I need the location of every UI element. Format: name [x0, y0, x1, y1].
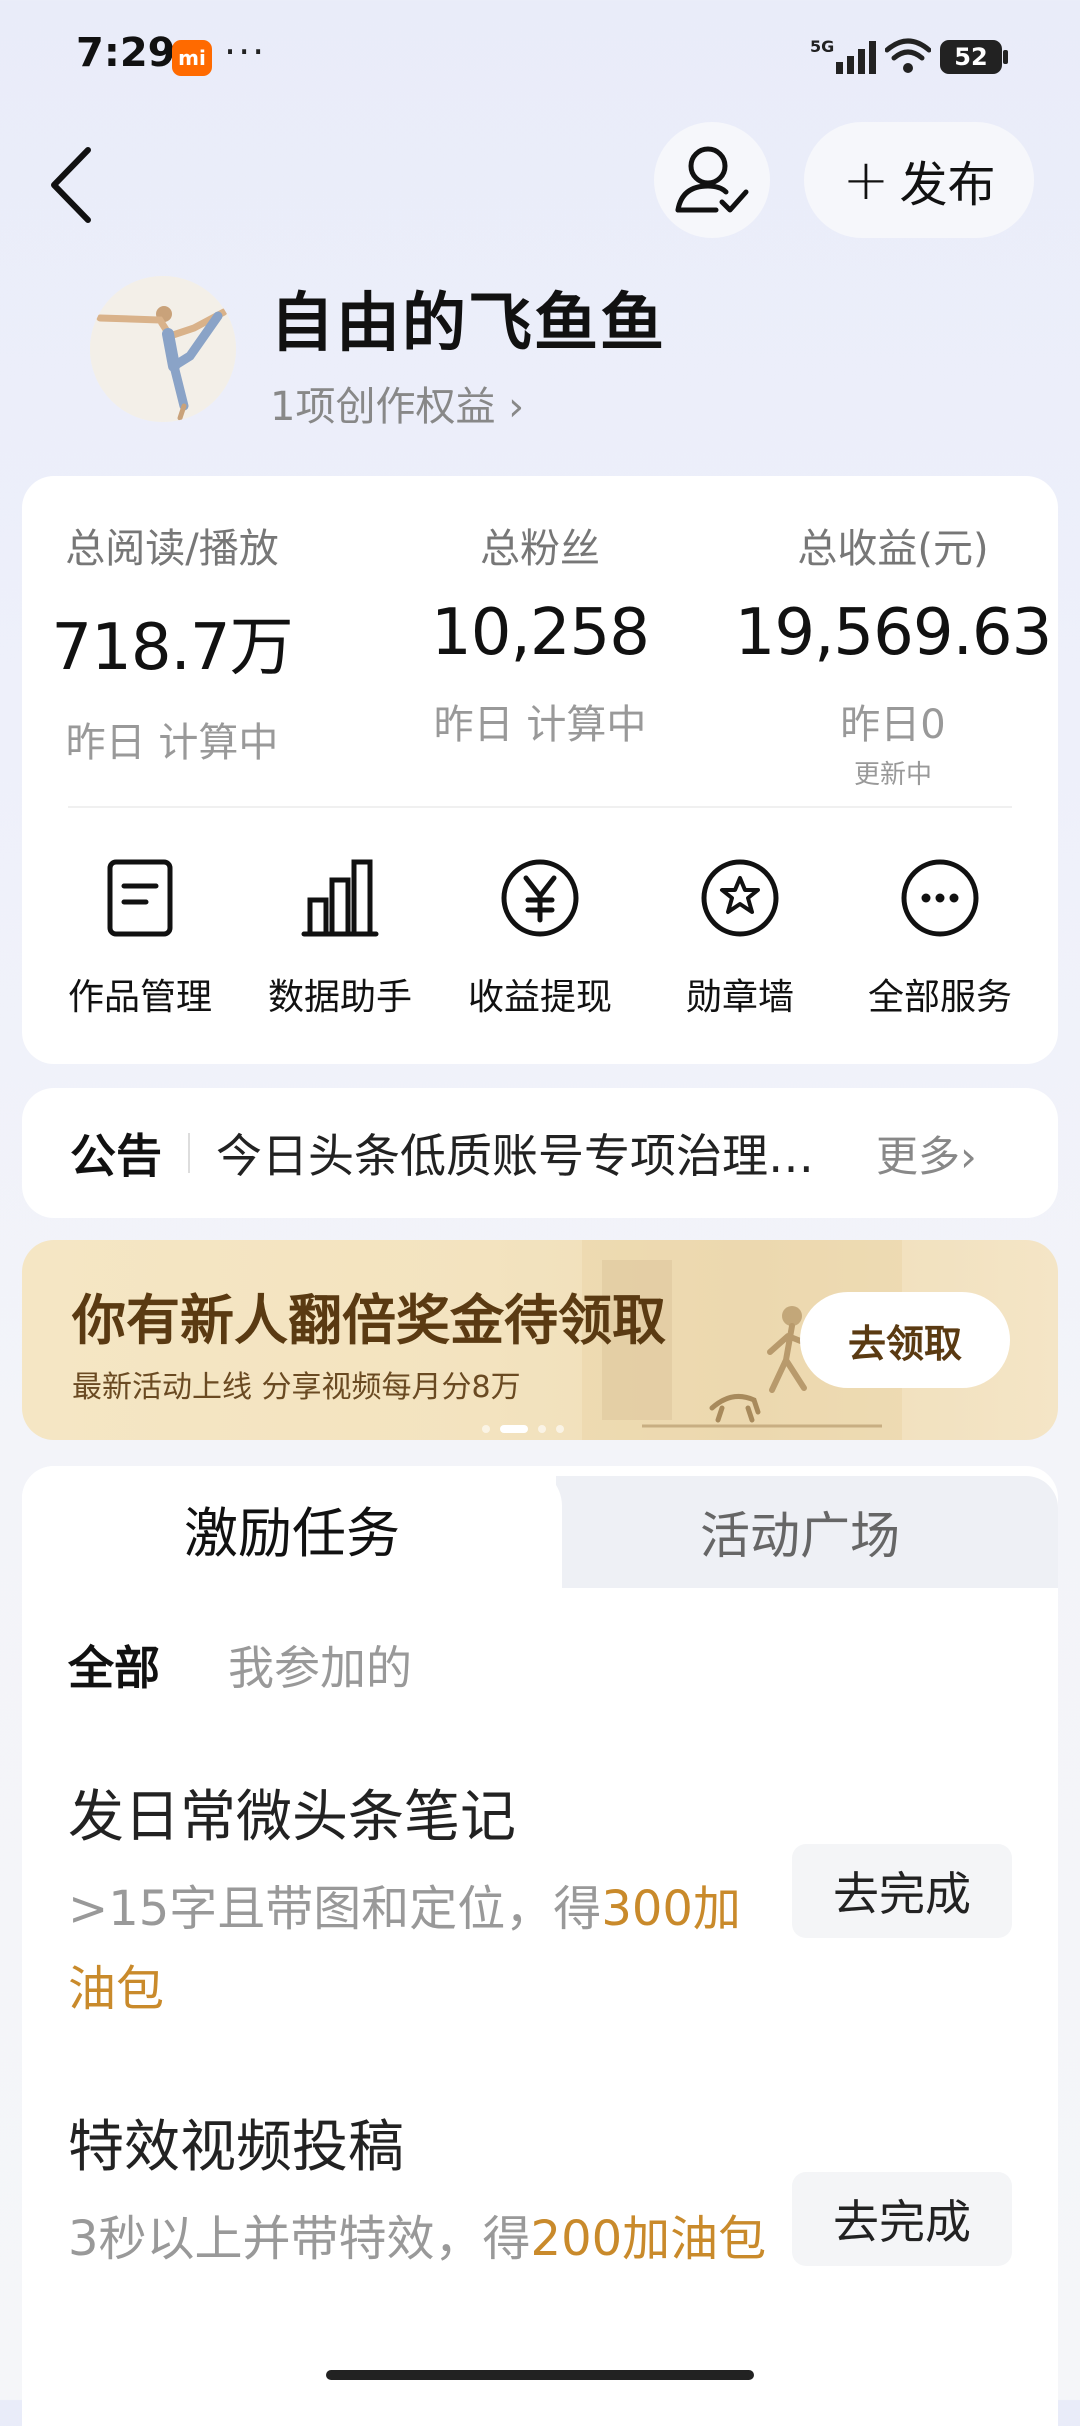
service-data-assistant[interactable]: 数据助手 [240, 856, 440, 1020]
stat-value: 19,569.63 [734, 596, 1053, 670]
wifi-icon [885, 38, 931, 73]
stat-total-reads[interactable]: 总阅读/播放 718.7万 昨日 计算中 [22, 516, 322, 768]
back-button[interactable] [40, 140, 110, 230]
notice-text[interactable]: 今日头条低质账号专项治理公告 [216, 1120, 836, 1186]
username: 自由的飞鱼鱼 [270, 287, 666, 361]
service-label: 作品管理 [67, 977, 212, 1018]
filter-all[interactable]: 全部 [68, 1632, 160, 1698]
service-label: 全部服务 [867, 977, 1012, 1018]
banner-subtitle: 最新活动上线 分享视频每月分8万 [72, 1370, 521, 1405]
claim-reward-button[interactable]: 去领取 [800, 1292, 1010, 1388]
more-icon [901, 859, 979, 937]
stat-updating: 更新中 [853, 760, 932, 790]
complete-task-button[interactable]: 去完成 [792, 2172, 1012, 2266]
notice-separator [188, 1133, 190, 1173]
stat-value: 718.7万 [51, 611, 293, 685]
service-all-services[interactable]: 全部服务 [840, 856, 1040, 1020]
medal-star-icon [701, 859, 779, 937]
bar-chart-icon [301, 859, 379, 937]
carousel-dot [556, 1425, 564, 1433]
battery-icon: 52 [940, 40, 1002, 74]
yoga-avatar-image [90, 276, 236, 422]
stat-total-income[interactable]: 总收益(元) 19,569.63 昨日0 更新中 [728, 516, 1058, 791]
service-income-withdraw[interactable]: 收益提现 [440, 856, 640, 1020]
service-works-management[interactable]: 作品管理 [40, 856, 240, 1020]
stat-sub: 昨日 计算中 [65, 720, 279, 766]
publish-label: 发布 [899, 157, 996, 213]
more-notifications-icon: ··· [224, 30, 267, 74]
battery-tip [1003, 50, 1008, 64]
creator-rights-link[interactable]: 1项创作权益 › [270, 374, 524, 432]
status-time: 7:29 [76, 30, 176, 76]
service-label: 数据助手 [267, 977, 412, 1018]
task-description: 3秒以上并带特效，得200加油包 [68, 2199, 768, 2279]
notice-more-link[interactable]: 更多› [876, 1123, 977, 1184]
network-type-label: 5G [810, 37, 834, 56]
home-indicator[interactable] [326, 2370, 754, 2380]
task-title: 特效视频投稿 [68, 2115, 404, 2180]
task-item: 发日常微头条笔记 >15字且带图和定位，得300加油包 [68, 1772, 768, 2029]
service-label: 勋章墙 [685, 977, 794, 1018]
carousel-dot [482, 1425, 490, 1433]
service-medal-wall[interactable]: 勋章墙 [640, 856, 840, 1020]
task-title: 发日常微头条笔记 [68, 1785, 516, 1850]
task-item: 特效视频投稿 3秒以上并带特效，得200加油包 [68, 2102, 768, 2279]
stat-label: 总阅读/播放 [65, 526, 279, 572]
task-desc-text: >15字且带图和定位，得 [68, 1881, 602, 1937]
complete-task-button[interactable]: 去完成 [792, 1844, 1012, 1938]
promo-banner[interactable]: 你有新人翻倍奖金待领取 最新活动上线 分享视频每月分8万 去领取 [22, 1240, 1058, 1440]
tab-activity-square[interactable]: 活动广场 [700, 1496, 900, 1568]
stats-card: 总阅读/播放 718.7万 昨日 计算中 总粉丝 10,258 昨日 计算中 总… [22, 476, 1058, 1064]
follow-user-button[interactable] [654, 122, 770, 238]
service-label: 收益提现 [467, 977, 612, 1018]
cellular-signal-icon: 5G [810, 37, 876, 74]
stat-total-fans[interactable]: 总粉丝 10,258 昨日 计算中 [390, 516, 690, 750]
document-icon [107, 859, 173, 937]
notice-bar[interactable]: 公告 今日头条低质账号专项治理公告 更多› [22, 1088, 1058, 1218]
task-description: >15字且带图和定位，得300加油包 [68, 1869, 768, 2029]
stat-sub: 昨日0 [840, 702, 946, 748]
carousel-dot [538, 1425, 546, 1433]
banner-title: 你有新人翻倍奖金待领取 [72, 1289, 666, 1352]
publish-button[interactable]: + 发布 [804, 122, 1034, 238]
divider [68, 806, 1012, 808]
stat-label: 总粉丝 [480, 526, 600, 572]
stat-value: 10,258 [431, 596, 650, 670]
task-desc-text: 3秒以上并带特效，得 [68, 2211, 531, 2267]
yen-icon [501, 859, 579, 937]
carousel-dots [482, 1418, 574, 1437]
plus-icon: + [842, 147, 890, 213]
tab-incentive-tasks[interactable]: 激励任务 [22, 1466, 562, 1590]
mi-app-icon: mi [172, 40, 212, 76]
stat-label: 总收益(元) [797, 526, 989, 572]
stat-sub: 昨日 计算中 [433, 702, 647, 748]
carousel-dot-active [500, 1425, 528, 1433]
user-check-icon [675, 146, 749, 213]
task-reward: 200加油包 [530, 2211, 767, 2267]
filter-joined[interactable]: 我参加的 [228, 1632, 412, 1698]
avatar[interactable] [90, 276, 236, 422]
notice-title: 公告 [70, 1129, 162, 1183]
